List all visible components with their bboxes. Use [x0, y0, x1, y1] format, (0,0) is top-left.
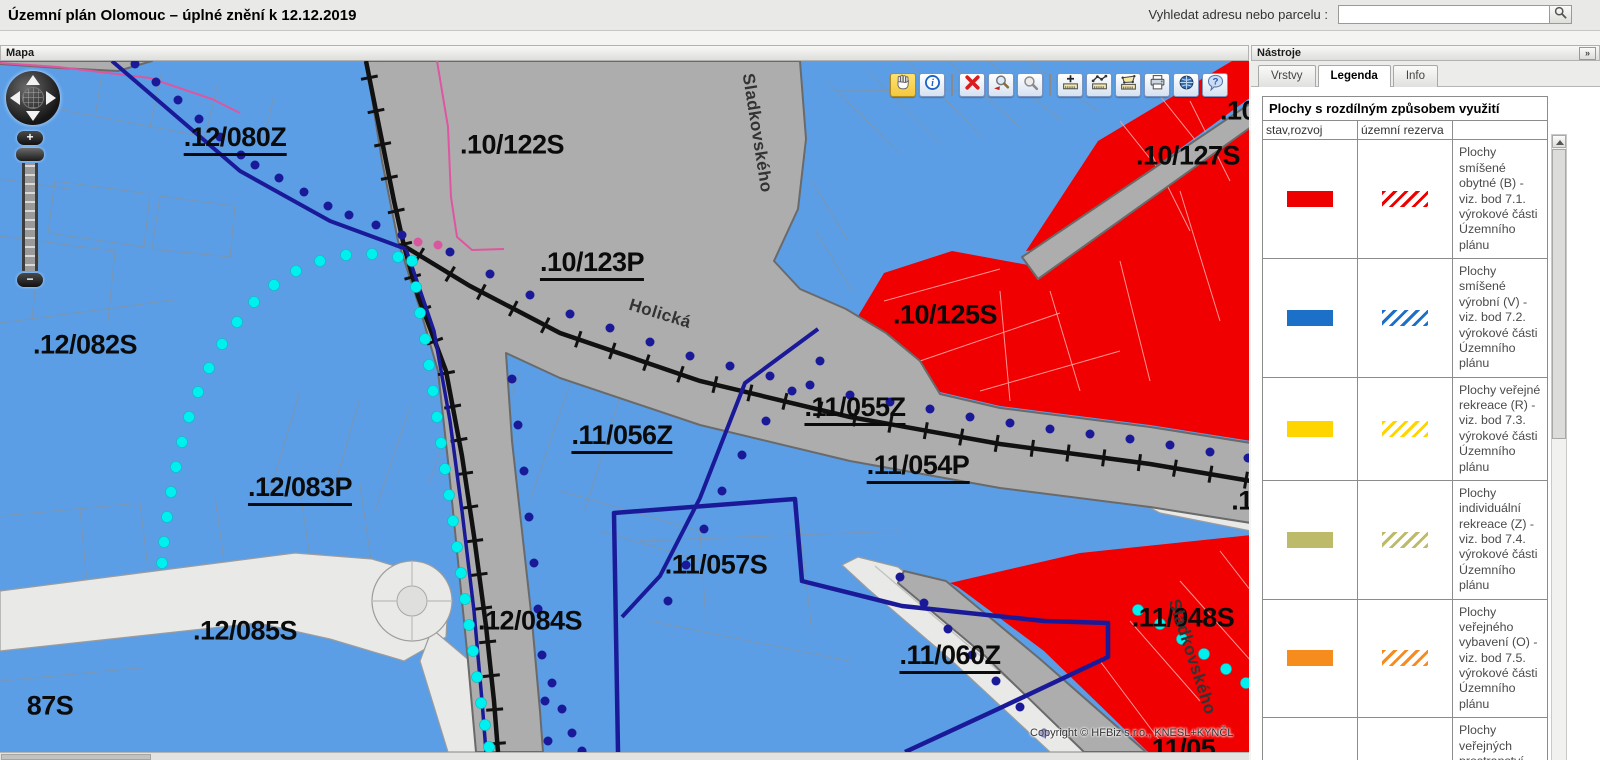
pan-compass [6, 71, 60, 125]
legend-row-label: Plochy veřejného vybavení (O) - viz. bod… [1453, 599, 1548, 718]
zoom-in-button[interactable]: + [17, 131, 43, 145]
legend-swatch-solid [1287, 191, 1333, 207]
pan-east-arrow[interactable] [46, 91, 56, 105]
copyright-text: Copyright © HFBiz s.r.o., KNESL+KYNČL [1030, 727, 1233, 739]
legend-row: Plochy veřejných prostranství (P) - viz.… [1263, 718, 1548, 760]
hand-icon [895, 74, 912, 96]
measure-point-icon [1062, 74, 1079, 96]
zoom-out-button[interactable]: − [17, 273, 43, 287]
toolbar-separator [1049, 74, 1051, 96]
legend-row-label: Plochy smíšené obytné (B) - viz. bod 7.1… [1453, 140, 1548, 259]
legend-swatch-solid [1287, 532, 1333, 548]
info-icon: i [924, 74, 941, 96]
legend-swatch-solid [1287, 421, 1333, 437]
page-title: Územní plán Olomouc – úplné znění k 12.1… [8, 7, 356, 24]
map-panel-header: Mapa [0, 45, 1249, 61]
measure-area-button[interactable] [1115, 73, 1141, 97]
help-icon: ? [1207, 74, 1224, 96]
measure-area-icon [1120, 74, 1137, 96]
pan-south-arrow[interactable] [26, 111, 40, 121]
search-label: Vyhledat adresu nebo parcelu : [1149, 7, 1328, 22]
zoom-slider: + − [17, 131, 47, 287]
map-horizontal-scrollbar[interactable] [0, 752, 1249, 760]
legend-scrollbar[interactable] [1551, 134, 1567, 760]
tab-legenda[interactable]: Legenda [1318, 65, 1391, 88]
app-window: Územní plán Olomouc – úplné znění k 12.1… [0, 0, 1600, 760]
help-button[interactable]: ? [1202, 73, 1228, 97]
tab-info[interactable]: Info [1393, 65, 1438, 87]
search-input[interactable] [1338, 5, 1550, 24]
legend-swatch-hatched [1382, 191, 1428, 207]
legend-col-desc [1453, 121, 1548, 140]
zoom-next-button[interactable] [1017, 73, 1043, 97]
legend-swatch-hatched [1382, 532, 1428, 548]
legend-row: Plochy individuální rekreace (Z) - viz. … [1263, 480, 1548, 599]
overview-button[interactable] [1173, 73, 1199, 97]
pan-west-arrow[interactable] [10, 91, 20, 105]
svg-text:i: i [931, 78, 934, 89]
map-canvas[interactable]: .12/080Z.10/122S.10/123P.12/082S.12/083P… [0, 61, 1249, 752]
map-toolbar: i? [890, 73, 1228, 97]
map-hscroll-thumb[interactable] [1, 754, 151, 760]
legend-content: Plochy s rozdílným způsobem využití stav… [1251, 87, 1600, 760]
info-button[interactable]: i [919, 73, 945, 97]
legend-row-label: Plochy veřejné rekreace (R) - viz. bod 7… [1453, 377, 1548, 480]
tools-panel-header: Nástroje » [1251, 45, 1600, 61]
collapse-panel-button[interactable]: » [1579, 47, 1596, 60]
legend-row: Plochy smíšené obytné (B) - viz. bod 7.1… [1263, 140, 1548, 259]
legend-row-label: Plochy smíšené výrobní (V) - viz. bod 7.… [1453, 259, 1548, 378]
measure-line-icon [1091, 74, 1108, 96]
legend-row: Plochy veřejné rekreace (R) - viz. bod 7… [1263, 377, 1548, 480]
legend-row: Plochy smíšené výrobní (V) - viz. bod 7.… [1263, 259, 1548, 378]
printer-icon [1149, 74, 1166, 96]
legend-row: Plochy veřejného vybavení (O) - viz. bod… [1263, 599, 1548, 718]
tab-vrstvy[interactable]: Vrstvy [1258, 65, 1316, 87]
zoom-slider-handle[interactable] [16, 148, 44, 161]
legend-swatch-solid [1287, 310, 1333, 326]
tools-tabs: VrstvyLegendaInfo [1251, 61, 1600, 87]
legend-col-rezerva: územní rezerva [1358, 121, 1453, 140]
legend-row-label: Plochy individuální rekreace (Z) - viz. … [1453, 480, 1548, 599]
legend-title: Plochy s rozdílným způsobem využití [1263, 97, 1548, 121]
legend-swatch-hatched [1382, 421, 1428, 437]
tools-panel-title: Nástroje [1257, 47, 1301, 59]
pan-button[interactable] [890, 73, 916, 97]
search-area: Vyhledat adresu nebo parcelu : [1149, 5, 1572, 24]
legend-col-stav: stav,rozvoj [1263, 121, 1358, 140]
legend-swatch-hatched [1382, 650, 1428, 666]
legend-table: Plochy s rozdílným způsobem využití stav… [1262, 96, 1548, 760]
pan-center-globe-icon[interactable] [22, 87, 44, 109]
svg-text:?: ? [1212, 76, 1218, 87]
search-button[interactable] [1550, 5, 1572, 24]
magnifier-icon [1554, 6, 1567, 24]
zoom-slider-track[interactable] [22, 163, 38, 271]
measure-line-button[interactable] [1086, 73, 1112, 97]
zoom-previous-button[interactable] [988, 73, 1014, 97]
legend-swatch-solid [1287, 650, 1333, 666]
globe-icon [1178, 74, 1195, 96]
magnifier-back-icon [993, 74, 1010, 96]
magnifier-forward-icon [1022, 74, 1039, 96]
title-bar: Územní plán Olomouc – úplné znění k 12.1… [0, 0, 1600, 31]
pan-zoom-control: + − [6, 71, 66, 287]
map-panel: Mapa [0, 45, 1249, 760]
measure-point-button[interactable] [1057, 73, 1083, 97]
legend-scrollbar-thumb[interactable] [1552, 149, 1566, 439]
toolbar-separator [951, 74, 953, 96]
clear-button[interactable] [959, 73, 985, 97]
legend-row-label: Plochy veřejných prostranství (P) - viz.… [1453, 718, 1548, 760]
red-x-icon [964, 74, 981, 96]
map-drawing [0, 61, 1249, 752]
tools-panel: Nástroje » VrstvyLegendaInfo Plochy s ro… [1251, 45, 1600, 760]
scroll-up-arrow-icon[interactable] [1552, 135, 1566, 148]
pan-north-arrow[interactable] [26, 75, 40, 85]
print-button[interactable] [1144, 73, 1170, 97]
legend-swatch-hatched [1382, 310, 1428, 326]
